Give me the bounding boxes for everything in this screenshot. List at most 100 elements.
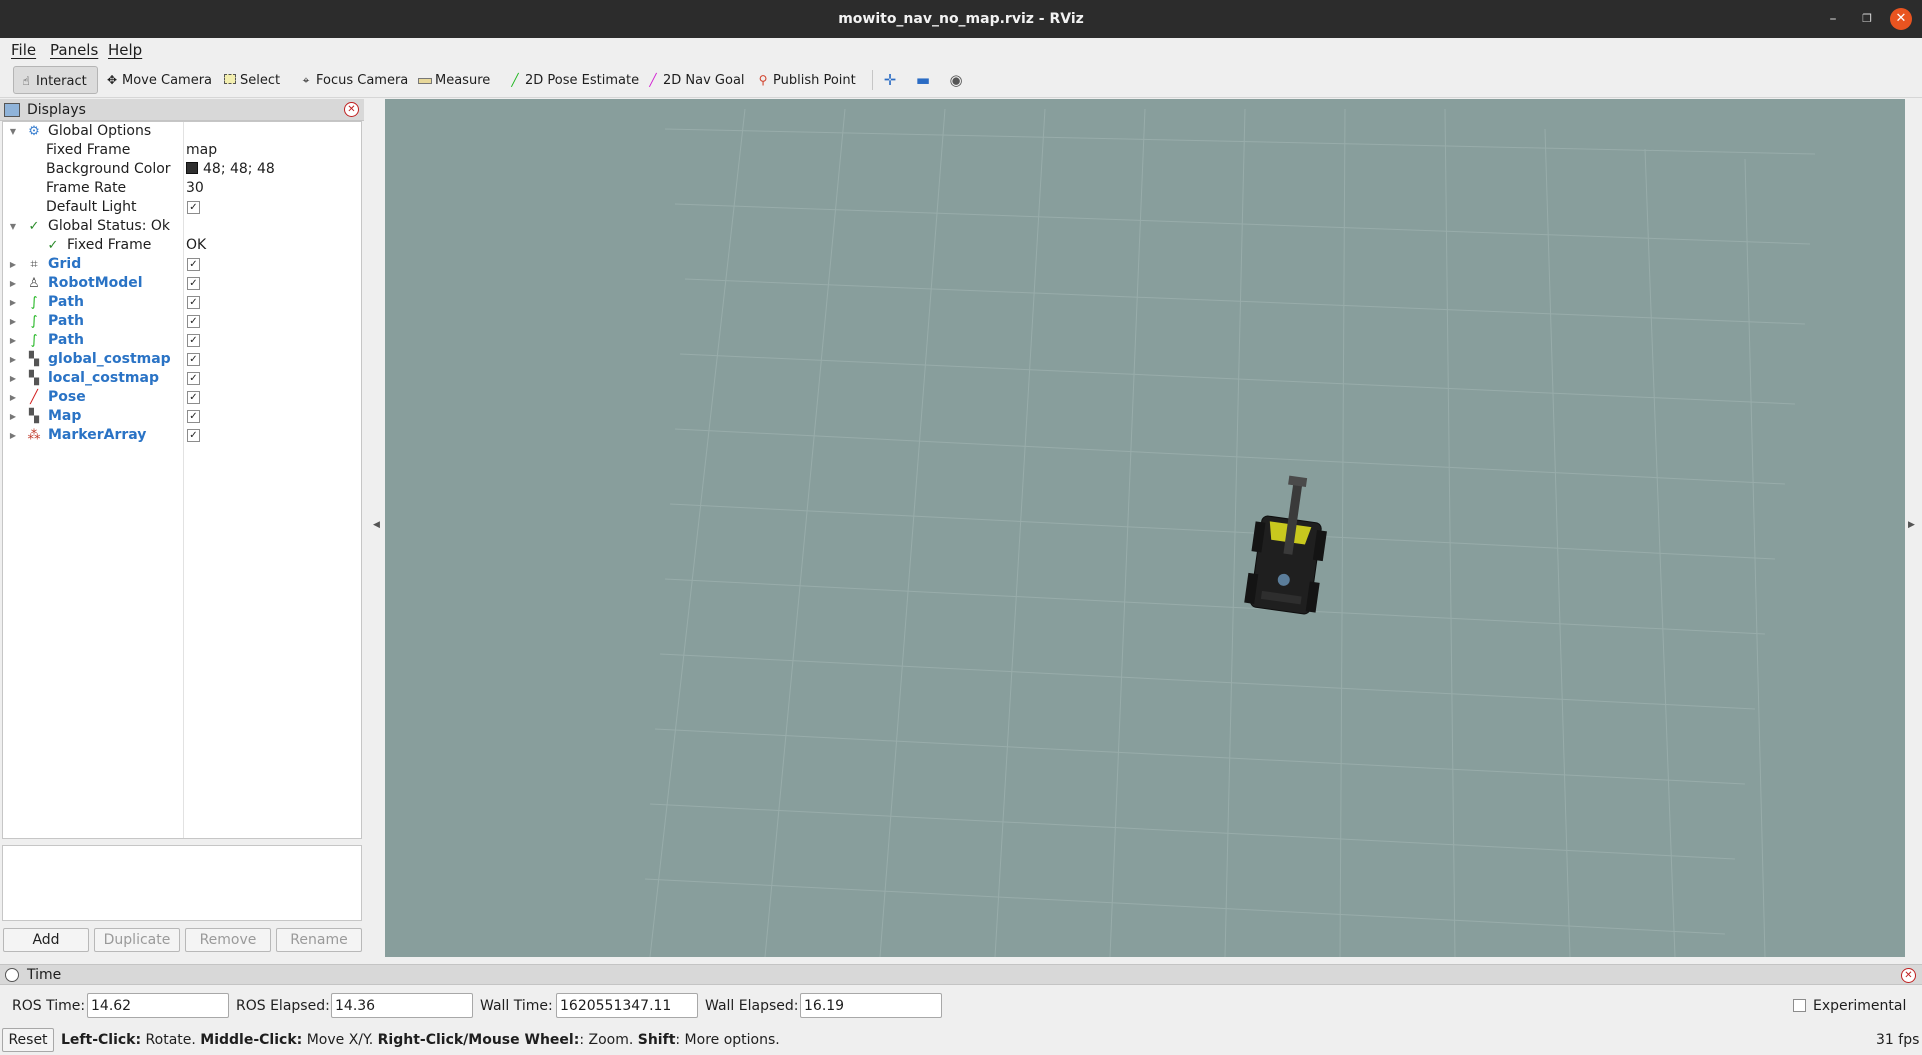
duplicate-button[interactable]: Duplicate — [94, 928, 180, 952]
wall-time-field[interactable] — [556, 993, 698, 1018]
expand-arrow-icon[interactable]: ▶ — [8, 312, 18, 331]
tree-row-global-status[interactable]: ▼ ✓ Global Status: Ok — [3, 217, 361, 236]
wall-elapsed-label: Wall Elapsed: — [705, 998, 799, 1014]
tree-row-display[interactable]: ▶ ♙ RobotModel ✓ — [3, 274, 361, 293]
tree-row-frame-rate[interactable]: Frame Rate 30 — [3, 179, 361, 198]
hint-text: : Zoom. — [579, 1032, 638, 1048]
display-label: Path — [48, 332, 84, 348]
expand-arrow-icon[interactable]: ▶ — [8, 255, 18, 274]
hint-key: Left-Click: — [61, 1032, 142, 1048]
tree-row-background-color[interactable]: Background Color 48; 48; 48 — [3, 160, 361, 179]
expand-arrow-icon[interactable]: ▶ — [8, 369, 18, 388]
tool-bar: ☝ Interact ✥ Move Camera Select ⌖ Focus Cam… — [0, 62, 1922, 98]
ros-elapsed-field[interactable] — [331, 993, 473, 1018]
display-enabled-checkbox[interactable]: ✓ — [187, 277, 200, 290]
expand-arrow-icon[interactable]: ▶ — [8, 388, 18, 407]
expand-arrow-icon[interactable]: ▶ — [8, 293, 18, 312]
check-icon: ✓ — [28, 219, 40, 234]
background-color-value[interactable]: 48; 48; 48 — [186, 160, 275, 179]
tree-row-default-light[interactable]: Default Light ✓ — [3, 198, 361, 217]
tree-row-global-options[interactable]: ▼ ⚙ Global Options — [3, 122, 361, 141]
close-window-button[interactable]: ✕ — [1890, 8, 1912, 30]
status-hint: Left-Click: Rotate. Middle-Click: Move X… — [61, 1030, 780, 1050]
default-light-checkbox[interactable]: ✓ — [187, 201, 200, 214]
add-tool-icon[interactable]: ✛ — [879, 68, 901, 92]
display-label: local_costmap — [48, 370, 159, 386]
displays-panel-header: Displays ✕ — [0, 99, 364, 121]
display-enabled-checkbox[interactable]: ✓ — [187, 258, 200, 271]
menu-bar: File Panels Help — [0, 38, 1922, 62]
display-enabled-checkbox[interactable]: ✓ — [187, 334, 200, 347]
add-button[interactable]: Add — [3, 928, 89, 952]
display-enabled-checkbox[interactable]: ✓ — [187, 391, 200, 404]
publish-point-tool-button[interactable]: ⚲ Publish Point — [751, 66, 856, 94]
expand-arrow-icon[interactable]: ▶ — [8, 331, 18, 350]
display-enabled-checkbox[interactable]: ✓ — [187, 315, 200, 328]
display-enabled-checkbox[interactable]: ✓ — [187, 353, 200, 366]
tree-row-status-fixed-frame[interactable]: ✓ Fixed Frame OK — [3, 236, 361, 255]
menu-help[interactable]: Help — [108, 40, 142, 60]
path-icon: ∫ — [30, 333, 38, 348]
remove-button[interactable]: Remove — [185, 928, 271, 952]
tree-row-display[interactable]: ▶ ▚ global_costmap ✓ — [3, 350, 361, 369]
close-panel-icon[interactable]: ✕ — [344, 102, 359, 117]
collapse-left-arrow-icon[interactable]: ◀ — [373, 520, 380, 530]
focus-camera-tool-button[interactable]: ⌖ Focus Camera — [294, 66, 409, 94]
tree-row-display[interactable]: ▶ ∫ Path ✓ — [3, 312, 361, 331]
nav-goal-tool-button[interactable]: ╱ 2D Nav Goal — [641, 66, 744, 94]
maximize-button[interactable]: ❐ — [1856, 8, 1878, 30]
eye-icon[interactable]: ◉ — [945, 68, 967, 92]
render-viewport[interactable] — [385, 99, 1905, 957]
display-enabled-checkbox[interactable]: ✓ — [187, 429, 200, 442]
select-tool-button[interactable]: Select — [218, 66, 280, 94]
reset-button[interactable]: Reset — [2, 1028, 54, 1052]
hint-text: Rotate. — [141, 1032, 201, 1048]
interact-tool-button[interactable]: ☝ Interact — [13, 66, 98, 94]
tree-row-display[interactable]: ▶ ∫ Path ✓ — [3, 293, 361, 312]
map-icon: ▚ — [29, 371, 39, 386]
experimental-checkbox[interactable] — [1793, 999, 1806, 1012]
hand-icon: ☝ — [22, 74, 30, 88]
tree-row-display[interactable]: ▶ ╱ Pose ✓ — [3, 388, 361, 407]
expand-arrow-icon[interactable]: ▶ — [8, 426, 18, 445]
pose-estimate-tool-button[interactable]: ╱ 2D Pose Estimate — [503, 66, 639, 94]
expand-arrow-icon[interactable]: ▶ — [8, 274, 18, 293]
collapse-right-arrow-icon[interactable]: ▶ — [1908, 520, 1915, 530]
fixed-frame-value[interactable]: map — [186, 141, 217, 160]
frame-rate-value[interactable]: 30 — [186, 179, 204, 198]
tree-row-fixed-frame[interactable]: Fixed Frame map — [3, 141, 361, 160]
menu-panels[interactable]: Panels — [50, 40, 98, 60]
tree-row-display[interactable]: ▶ ▚ local_costmap ✓ — [3, 369, 361, 388]
tree-row-display[interactable]: ▶ ▚ Map ✓ — [3, 407, 361, 426]
hint-key: Middle-Click: — [200, 1032, 303, 1048]
title-bar: mowito_nav_no_map.rviz - RViz – ❐ ✕ — [0, 0, 1922, 38]
display-label: Grid — [48, 256, 82, 272]
tree-label: Default Light — [46, 199, 137, 215]
expand-arrow-icon[interactable]: ▶ — [8, 350, 18, 369]
display-enabled-checkbox[interactable]: ✓ — [187, 372, 200, 385]
ruler-icon — [417, 66, 433, 94]
wall-elapsed-field[interactable] — [800, 993, 942, 1018]
menu-file[interactable]: File — [11, 40, 36, 60]
measure-tool-button[interactable]: Measure — [413, 66, 490, 94]
rename-button[interactable]: Rename — [276, 928, 362, 952]
collapse-arrow-icon[interactable]: ▼ — [8, 122, 18, 141]
select-box-icon — [222, 66, 238, 94]
expand-arrow-icon[interactable]: ▶ — [8, 407, 18, 426]
minimize-button[interactable]: – — [1822, 8, 1844, 30]
move-camera-tool-button[interactable]: ✥ Move Camera — [100, 66, 212, 94]
green-arrow-icon: ╱ — [511, 73, 519, 87]
ros-time-field[interactable] — [87, 993, 229, 1018]
display-enabled-checkbox[interactable]: ✓ — [187, 410, 200, 423]
collapse-arrow-icon[interactable]: ▼ — [8, 217, 18, 236]
hint-text: : More options. — [675, 1032, 780, 1048]
time-title: Time — [27, 967, 62, 983]
tree-row-display[interactable]: ▶ ∫ Path ✓ — [3, 331, 361, 350]
tree-row-display[interactable]: ▶ ⁂ MarkerArray ✓ — [3, 426, 361, 445]
tree-row-display[interactable]: ▶ ⌗ Grid ✓ — [3, 255, 361, 274]
tree-label: Frame Rate — [46, 180, 127, 196]
displays-tree[interactable]: ▼ ⚙ Global Options Fixed Frame map Backg… — [2, 121, 362, 839]
remove-tool-icon[interactable]: ▬ — [912, 68, 934, 92]
display-enabled-checkbox[interactable]: ✓ — [187, 296, 200, 309]
close-panel-icon[interactable]: ✕ — [1901, 968, 1916, 983]
